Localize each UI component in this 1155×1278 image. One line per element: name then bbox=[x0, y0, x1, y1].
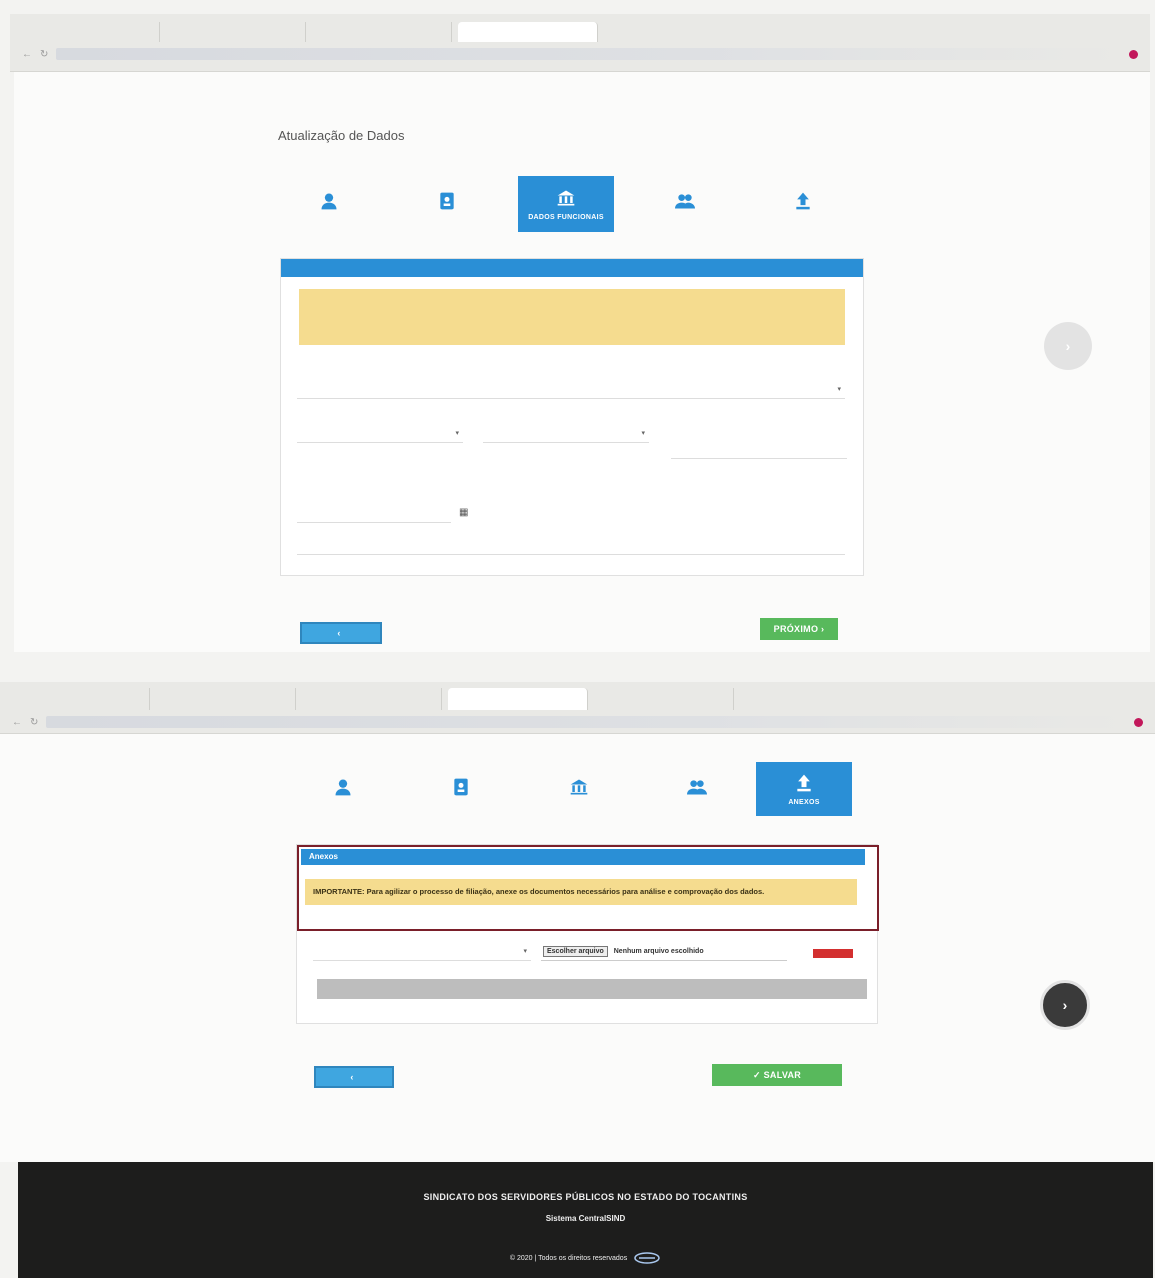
group-icon bbox=[675, 194, 695, 209]
group-icon bbox=[687, 780, 707, 795]
dados-funcionais-card: ▾ ▾ ▾ ▦ bbox=[280, 258, 864, 576]
step-dados-funcionais[interactable]: DADOS FUNCIONAIS bbox=[518, 176, 614, 232]
regime-select[interactable]: ▾ bbox=[483, 427, 649, 443]
choose-file-button[interactable]: Escolher arquivo bbox=[543, 946, 608, 957]
browser-tab[interactable] bbox=[302, 688, 442, 710]
wizard-stepper-bottom: ANEXOS bbox=[284, 762, 852, 818]
browser-tab[interactable] bbox=[156, 688, 296, 710]
step-dados-pessoais[interactable] bbox=[284, 762, 402, 818]
add-attachment-button[interactable] bbox=[317, 979, 867, 999]
orgao-select[interactable]: ▾ bbox=[297, 383, 845, 399]
step-profissional[interactable] bbox=[402, 762, 520, 818]
wizard-stepper-top: DADOS FUNCIONAIS bbox=[270, 176, 862, 232]
footer-system-name: Sistema CentralSIND bbox=[545, 1214, 626, 1223]
step-label: DADOS FUNCIONAIS bbox=[528, 213, 604, 221]
browser-tab-active[interactable] bbox=[458, 22, 598, 42]
step-label: ANEXOS bbox=[788, 798, 820, 806]
reload-icon[interactable]: ↻ bbox=[40, 49, 48, 60]
person-icon bbox=[335, 779, 351, 796]
profile-icon[interactable] bbox=[1134, 717, 1143, 727]
browser-tab-active[interactable] bbox=[448, 688, 588, 710]
browser-tab-strip bbox=[0, 682, 1155, 710]
browser-chrome-top: ← ↻ bbox=[10, 14, 1150, 72]
footer-org-name: SINDICATO DOS SERVIDORES PÚBLICOS NO EST… bbox=[423, 1192, 748, 1202]
back-button[interactable]: ‹ bbox=[314, 1066, 394, 1088]
bank-icon bbox=[557, 190, 575, 205]
person-icon bbox=[321, 193, 337, 210]
next-button[interactable]: PRÓXIMO › bbox=[760, 618, 838, 640]
chevron-right-icon[interactable]: › bbox=[1040, 980, 1090, 1030]
step-dependentes[interactable] bbox=[638, 762, 756, 818]
no-file-text: Nenhum arquivo escolhido bbox=[613, 948, 704, 955]
site-footer: SINDICATO DOS SERVIDORES PÚBLICOS NO EST… bbox=[18, 1162, 1153, 1278]
page-title: Atualização de Dados bbox=[278, 128, 405, 143]
address-bar: ← ↻ bbox=[12, 714, 1143, 730]
situacao-select[interactable]: ▾ bbox=[297, 427, 463, 443]
step-dados-funcionais[interactable] bbox=[520, 762, 638, 818]
remove-button[interactable] bbox=[813, 949, 853, 958]
footer-copyright: © 2020 | Todos os direitos reservados bbox=[18, 1251, 1153, 1265]
browser-tab[interactable] bbox=[20, 22, 160, 42]
back-arrow-icon[interactable]: ← bbox=[22, 49, 32, 60]
browser-tab[interactable] bbox=[594, 688, 734, 710]
url-field[interactable] bbox=[46, 716, 1126, 728]
browser-tab[interactable] bbox=[312, 22, 452, 42]
step-anexos[interactable]: ANEXOS bbox=[756, 762, 852, 816]
calendar-icon[interactable]: ▦ bbox=[459, 507, 468, 518]
browser-tab[interactable] bbox=[166, 22, 306, 42]
highlight-frame bbox=[297, 845, 879, 931]
file-input[interactable]: Escolher arquivo Nenhum arquivo escolhid… bbox=[541, 945, 787, 961]
step-dados-pessoais[interactable] bbox=[270, 176, 388, 232]
browser-tab-strip bbox=[10, 14, 1150, 42]
url-field[interactable] bbox=[56, 48, 1121, 60]
browser-chrome-bottom: ← ↻ bbox=[0, 682, 1155, 734]
data-admissao-input[interactable] bbox=[297, 505, 451, 523]
footer-copyright-text: © 2020 | Todos os direitos reservados bbox=[509, 1254, 628, 1262]
bank-icon bbox=[570, 779, 588, 795]
id-badge-icon bbox=[440, 192, 454, 210]
cargo-textarea[interactable] bbox=[671, 425, 847, 459]
upload-icon bbox=[797, 774, 811, 791]
document-type-select[interactable]: ▾ bbox=[313, 945, 531, 961]
warning-alert bbox=[299, 289, 845, 345]
card-header bbox=[281, 259, 863, 277]
upload-icon bbox=[796, 192, 810, 210]
save-button[interactable]: ✓ SALVAR bbox=[712, 1064, 842, 1086]
id-badge-icon bbox=[454, 778, 468, 796]
matricula-input[interactable] bbox=[297, 541, 845, 555]
address-bar: ← ↻ bbox=[22, 46, 1138, 62]
back-button[interactable]: ‹ bbox=[300, 622, 382, 644]
profile-icon[interactable] bbox=[1129, 49, 1138, 59]
back-arrow-icon[interactable]: ← bbox=[12, 717, 22, 728]
anexos-card: Anexos IMPORTANTE: Para agilizar o proce… bbox=[296, 844, 879, 1024]
browser-tab[interactable] bbox=[10, 688, 150, 710]
step-dependentes[interactable] bbox=[626, 176, 744, 232]
step-anexos[interactable] bbox=[744, 176, 862, 232]
step-profissional[interactable] bbox=[388, 176, 506, 232]
reload-icon[interactable]: ↻ bbox=[30, 717, 38, 728]
chevron-right-icon[interactable]: › bbox=[1044, 322, 1092, 370]
developer-logo-icon bbox=[634, 1252, 660, 1264]
